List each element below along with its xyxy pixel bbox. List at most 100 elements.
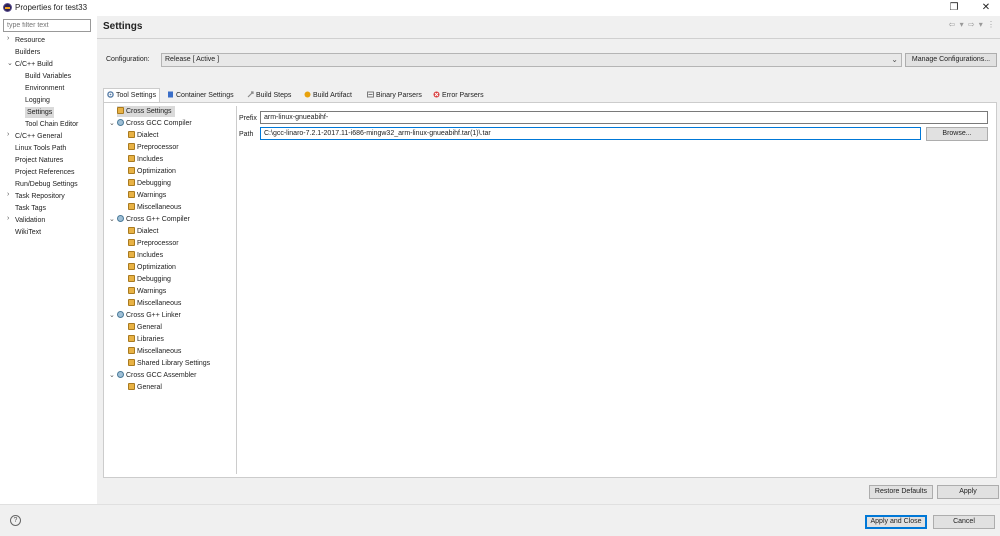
tab-container-settings[interactable]: Container Settings xyxy=(167,90,234,102)
tree-item-label: Optimization xyxy=(137,168,176,175)
apply-button[interactable]: Apply xyxy=(937,485,999,499)
tree-node[interactable]: ⌄ Cross GCC Assembler xyxy=(109,370,196,381)
tree-item[interactable]: Warnings xyxy=(128,190,166,201)
tree-item[interactable]: Dialect xyxy=(128,130,158,141)
option-category-icon xyxy=(128,347,135,354)
configuration-select[interactable]: Release [ Active ] ⌄ xyxy=(161,53,902,67)
chevron-down-icon[interactable]: ⌄ xyxy=(109,118,117,129)
tree-node[interactable]: ⌄ Cross GCC Compiler xyxy=(109,118,192,129)
tree-item-label: Cross G++ Linker xyxy=(126,312,181,319)
tree-node[interactable]: ⌄ Cross G++ Linker xyxy=(109,310,181,321)
option-category-icon xyxy=(128,191,135,198)
tree-item[interactable]: Includes xyxy=(128,250,163,261)
tree-item-label: Optimization xyxy=(137,264,176,271)
nav-item-validation[interactable]: Validation xyxy=(15,215,45,226)
tree-item[interactable]: Preprocessor xyxy=(128,238,179,249)
gear-icon xyxy=(107,90,114,98)
tree-item-label: General xyxy=(137,324,162,331)
nav-item-builders[interactable]: Builders xyxy=(15,47,40,58)
tab-error-parsers[interactable]: Error Parsers xyxy=(433,90,484,102)
cancel-button[interactable]: Cancel xyxy=(933,515,995,529)
nav-item-build-variables[interactable]: Build Variables xyxy=(25,71,71,82)
nav-item-settings[interactable]: Settings xyxy=(25,107,55,118)
nav-item-c-c-build[interactable]: C/C++ Build xyxy=(15,59,53,70)
history-nav-icons[interactable]: ⇦ ▾ ⇨ ▾ ⋮ xyxy=(949,20,996,29)
artifact-icon xyxy=(304,91,311,98)
error-parsers-icon xyxy=(433,91,440,98)
chevron-down-icon[interactable]: ⌄ xyxy=(109,370,117,381)
tree-item-label: Includes xyxy=(137,252,164,259)
tree-item[interactable]: Libraries xyxy=(128,334,164,345)
option-category-icon xyxy=(128,287,135,294)
title-bar: Properties for test33 ❐ ✕ xyxy=(0,0,1000,16)
nav-item-run-debug-settings[interactable]: Run/Debug Settings xyxy=(15,179,78,190)
tool-icon xyxy=(117,371,124,378)
nav-item-project-natures[interactable]: Project Natures xyxy=(15,155,63,166)
nav-item-tool-chain-editor[interactable]: Tool Chain Editor xyxy=(25,119,78,130)
tab-build-steps[interactable]: Build Steps xyxy=(247,90,291,102)
tool-icon xyxy=(117,311,124,318)
nav-item-environment[interactable]: Environment xyxy=(25,83,64,94)
tree-item-label: Includes xyxy=(137,156,164,163)
nav-item-c-c-general[interactable]: C/C++ General xyxy=(15,131,62,142)
path-input[interactable]: C:\gcc-linaro-7.2.1-2017.11-i686-mingw32… xyxy=(260,127,921,140)
option-category-icon xyxy=(128,335,135,342)
chevron-right-icon[interactable]: › xyxy=(7,35,14,42)
tree-item-label: Preprocessor xyxy=(137,144,179,151)
tree-item[interactable]: Optimization xyxy=(128,166,176,177)
filter-input[interactable] xyxy=(3,19,91,32)
eclipse-app-icon xyxy=(3,3,12,12)
tab-label: Error Parsers xyxy=(442,92,484,99)
prefix-input[interactable]: arm-linux-gnueabihf- xyxy=(260,111,988,124)
chevron-down-icon[interactable]: ⌄ xyxy=(109,310,117,321)
chevron-down-icon[interactable]: ⌄ xyxy=(7,59,14,67)
tree-item[interactable]: Miscellaneous xyxy=(128,346,181,357)
nav-item-wikitext[interactable]: WikiText xyxy=(15,227,41,238)
option-category-icon xyxy=(128,155,135,162)
nav-item-logging[interactable]: Logging xyxy=(25,95,50,106)
tab-build-artifact[interactable]: Build Artifact xyxy=(304,90,352,102)
nav-item-linux-tools-path[interactable]: Linux Tools Path xyxy=(15,143,66,154)
manage-configurations-button[interactable]: Manage Configurations... xyxy=(905,53,997,67)
tree-item[interactable]: Miscellaneous xyxy=(128,298,181,309)
restore-defaults-button[interactable]: Restore Defaults xyxy=(869,485,933,499)
tree-item[interactable]: General xyxy=(128,322,162,333)
tree-item[interactable]: Miscellaneous xyxy=(128,202,181,213)
chevron-down-icon[interactable]: ⌄ xyxy=(109,214,117,225)
tree-item-label: Warnings xyxy=(137,288,167,295)
tree-item[interactable]: Dialect xyxy=(128,226,158,237)
chevron-right-icon[interactable]: › xyxy=(7,131,14,138)
option-category-icon xyxy=(128,299,135,306)
browse-button[interactable]: Browse... xyxy=(926,127,988,141)
tree-item[interactable]: Cross Settings xyxy=(117,106,175,117)
tree-item[interactable]: Optimization xyxy=(128,262,176,273)
nav-item-project-references[interactable]: Project References xyxy=(15,167,75,178)
option-category-icon xyxy=(128,227,135,234)
header-divider xyxy=(97,38,1000,39)
dialog-button-bar: ? Apply and Close Cancel xyxy=(0,504,1000,536)
nav-item-task-tags[interactable]: Task Tags xyxy=(15,203,46,214)
apply-and-close-button[interactable]: Apply and Close xyxy=(865,515,927,529)
nav-item-resource[interactable]: Resource xyxy=(15,35,45,46)
tree-item[interactable]: Shared Library Settings xyxy=(128,358,210,369)
chevron-right-icon[interactable]: › xyxy=(7,191,14,198)
tree-item[interactable]: Debugging xyxy=(128,274,171,285)
tree-item[interactable]: Warnings xyxy=(128,286,166,297)
tab-binary-parsers[interactable]: Binary Parsers xyxy=(367,90,422,102)
tree-item[interactable]: General xyxy=(128,382,162,393)
tree-item[interactable]: Preprocessor xyxy=(128,142,179,153)
tree-node[interactable]: ⌄ Cross G++ Compiler xyxy=(109,214,190,225)
tree-item-label: Preprocessor xyxy=(137,240,179,247)
help-icon[interactable]: ? xyxy=(10,515,21,526)
close-button[interactable]: ✕ xyxy=(976,1,996,15)
restore-button[interactable]: ❐ xyxy=(944,1,964,15)
tree-item-label: Dialect xyxy=(137,132,159,139)
tab-label: Binary Parsers xyxy=(376,92,422,99)
tab-label: Container Settings xyxy=(176,92,234,99)
tree-item[interactable]: Includes xyxy=(128,154,163,165)
tab-tool-settings[interactable]: Tool Settings xyxy=(103,88,161,102)
tab-label: Tool Settings xyxy=(116,92,157,99)
tree-item[interactable]: Debugging xyxy=(128,178,171,189)
nav-item-task-repository[interactable]: Task Repository xyxy=(15,191,65,202)
chevron-right-icon[interactable]: › xyxy=(7,215,14,222)
